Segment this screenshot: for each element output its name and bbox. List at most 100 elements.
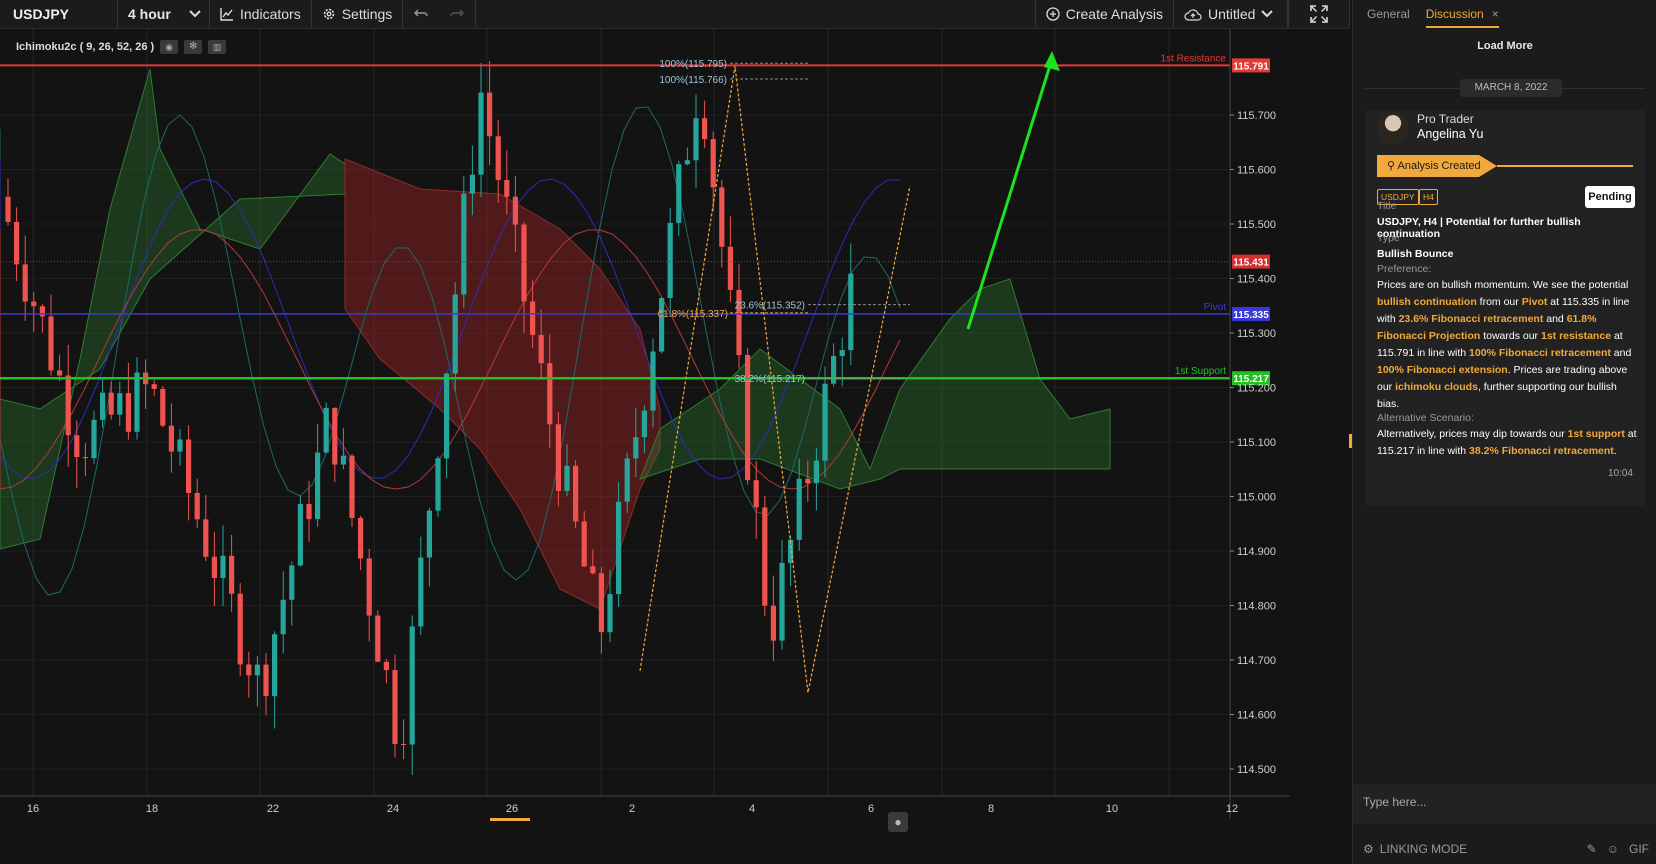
linking-icon[interactable]: ⚙	[1363, 842, 1374, 856]
candle	[186, 439, 192, 493]
candle	[719, 187, 725, 247]
text: towards our	[1480, 330, 1541, 342]
gear-icon[interactable]: ✻	[184, 40, 203, 54]
candle	[581, 521, 587, 567]
eye-icon[interactable]: ◉	[160, 40, 179, 54]
load-more-button[interactable]: Load More	[1353, 40, 1656, 52]
text: Alternatively, prices may dip towards ou…	[1377, 428, 1568, 440]
candle	[375, 615, 381, 662]
undo-button[interactable]	[403, 0, 439, 28]
candle	[555, 424, 561, 491]
candle	[633, 437, 639, 459]
preference-text: Prices are on bullish momentum. We see t…	[1377, 277, 1639, 413]
candle	[194, 492, 200, 520]
gear-icon	[323, 8, 335, 20]
alternative-label: Alternative Scenario:	[1377, 412, 1474, 424]
highlight: 23.6% Fibonacci retracement	[1398, 313, 1544, 325]
close-icon[interactable]: ×	[1492, 0, 1499, 26]
tab-discussion[interactable]: Discussion ×	[1425, 0, 1499, 28]
panel-resize-handle[interactable]	[1349, 434, 1352, 448]
tab-discussion-label: Discussion	[1425, 7, 1484, 21]
candle	[246, 664, 252, 676]
candle	[125, 393, 131, 432]
fib-236-label: 23.6%(115.352)	[735, 301, 805, 312]
cloud-upload-icon	[1184, 8, 1202, 21]
title-value: USDJPY, H4 | Potential for further bulli…	[1377, 216, 1581, 240]
paperclip-icon[interactable]: ✎	[1587, 842, 1597, 856]
support-label: 1st Support	[1175, 366, 1226, 377]
type-label: Type	[1377, 232, 1400, 244]
linking-mode-label[interactable]: LINKING MODE	[1380, 842, 1467, 856]
candle	[254, 664, 260, 676]
candle	[684, 160, 690, 165]
alternative-text: Alternatively, prices may dip towards ou…	[1377, 426, 1639, 460]
candle	[100, 392, 106, 420]
timeframe-selector[interactable]: 4 hour	[118, 0, 210, 28]
redo-button[interactable]	[439, 0, 477, 28]
date-axis: 16 18 22 24 26 2 4 6 8 10 12	[0, 795, 1290, 821]
fullscreen-button[interactable]	[1288, 0, 1350, 28]
bullish-cloud	[0, 68, 346, 550]
symbol-selector[interactable]: USDJPY	[0, 0, 118, 28]
gif-button[interactable]: GIF	[1629, 842, 1649, 856]
fib-382-label: 38.2%(115.217)	[735, 374, 805, 385]
candle	[358, 517, 364, 559]
candle	[762, 507, 768, 606]
candle	[435, 458, 441, 511]
settings-button[interactable]: Settings	[312, 0, 404, 28]
title-label: Title	[1377, 200, 1397, 212]
chart-area[interactable]: 1st Resistance 115.791 Pivot 115.335 1st Sup…	[0, 29, 1290, 847]
candle	[469, 174, 475, 194]
date-tick-label: 18	[146, 803, 158, 815]
date-tick-label: 26	[506, 803, 518, 815]
analysis-created-label: Analysis Created	[1397, 160, 1481, 172]
highlight: 1st support	[1567, 428, 1625, 440]
text: and	[1610, 347, 1632, 359]
candle	[667, 222, 673, 299]
workspace-selector[interactable]: Untitled	[1174, 0, 1288, 28]
fib-618-label: 61.8%(115.337)	[658, 309, 728, 320]
author-role: Pro Trader	[1417, 112, 1474, 126]
timeline-marker	[490, 818, 530, 821]
candle	[48, 316, 54, 371]
text: from our	[1476, 296, 1522, 308]
message-time: 10:04	[1607, 468, 1633, 479]
trash-icon[interactable]: ▥	[208, 40, 227, 54]
analysis-created-badge: ⚲ Analysis Created	[1377, 155, 1497, 177]
candle	[401, 743, 407, 745]
candle	[641, 410, 647, 438]
create-analysis-button[interactable]: Create Analysis	[1034, 0, 1174, 28]
candle	[272, 634, 278, 697]
date-tick-label: 2	[629, 803, 635, 815]
candle	[512, 196, 518, 225]
indicators-button[interactable]: Indicators	[210, 0, 312, 28]
date-tick-label: 10	[1106, 803, 1118, 815]
text: .	[1613, 445, 1617, 457]
candle	[383, 661, 389, 671]
candle	[461, 193, 467, 295]
candle	[289, 565, 295, 600]
candle	[297, 504, 303, 566]
pivot-price-text: 115.335	[1233, 310, 1269, 321]
lightbulb-icon[interactable]: ●	[888, 812, 908, 832]
candle	[306, 504, 312, 520]
footer-actions: ✎ ☺ GIF	[1587, 842, 1656, 856]
message-input[interactable]: Type here...	[1353, 784, 1656, 824]
date-tick-label: 22	[267, 803, 279, 815]
tab-general[interactable]: General	[1367, 0, 1410, 28]
date-tick-label: 8	[988, 803, 994, 815]
price-tick-label: 115.300	[1237, 328, 1276, 340]
fib-100a-label: 100%(115.795)	[659, 59, 727, 70]
candle	[753, 480, 759, 508]
status-badge[interactable]: Pending	[1585, 186, 1635, 208]
candle	[624, 458, 630, 502]
candle	[229, 555, 235, 594]
type-value: Bullish Bounce	[1377, 248, 1454, 260]
candle	[263, 664, 269, 697]
timeframe-label: 4 hour	[128, 6, 171, 22]
candle	[727, 246, 733, 290]
highlight: 100% Fibonacci extension	[1377, 364, 1508, 376]
price-chart[interactable]: 1st Resistance 115.791 Pivot 115.335 1st Sup…	[0, 29, 1290, 847]
candle	[779, 562, 785, 641]
emoji-icon[interactable]: ☺	[1607, 842, 1619, 856]
